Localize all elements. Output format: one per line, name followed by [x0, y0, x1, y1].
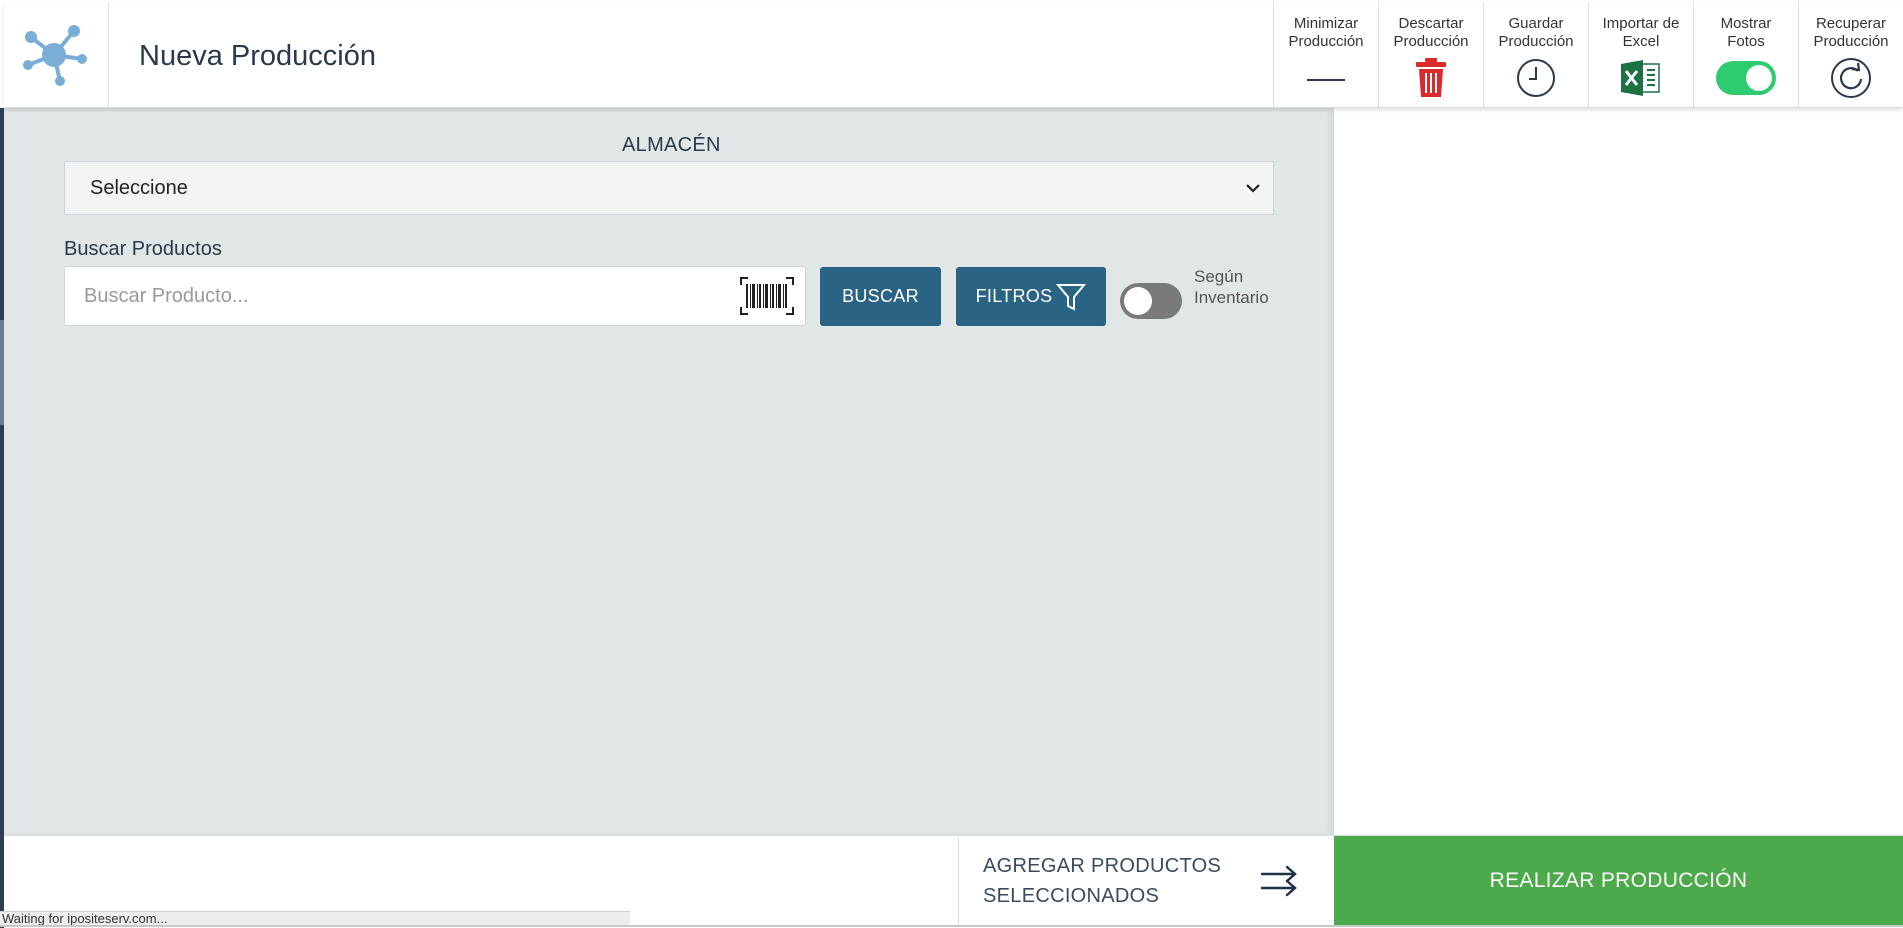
inventory-toggle[interactable]: [1120, 283, 1182, 319]
minimize-icon: [1307, 79, 1345, 81]
submit-production-button[interactable]: REALIZAR PRODUCCIÓN: [1334, 836, 1903, 926]
filters-button-label: FILTROS: [975, 286, 1053, 306]
warehouse-select[interactable]: Seleccione: [64, 161, 1274, 215]
excel-icon: [1621, 60, 1660, 96]
save-production-label: Guardar Producción: [1498, 15, 1574, 50]
submit-production-label: REALIZAR PRODUCCIÓN: [1489, 869, 1748, 892]
inventory-toggle-label: Según Inventario: [1194, 267, 1269, 307]
refresh-icon: [1831, 58, 1871, 98]
double-arrow-right-icon: [1260, 865, 1297, 897]
add-selected-products-label: AGREGAR PRODUCTOS SELECCIONADOS: [983, 855, 1222, 907]
search-input[interactable]: [84, 284, 724, 308]
page-title: Nueva Producción: [139, 40, 376, 72]
toolbar: Minimizar Producción Descartar Producció…: [1273, 2, 1903, 108]
app-window: Nueva Producción Minimizar Producción De…: [0, 0, 1903, 928]
recover-production-label: Recuperar Producción: [1813, 15, 1889, 50]
warehouse-label: ALMACÉN: [622, 134, 721, 156]
chevron-down-icon: [1246, 184, 1260, 193]
show-photos-button[interactable]: Mostrar Fotos: [1693, 2, 1798, 108]
discard-production-button[interactable]: Descartar Producción: [1378, 2, 1483, 108]
search-input-box: [64, 266, 806, 326]
molecule-logo-icon: [23, 25, 87, 86]
header: Nueva Producción Minimizar Producción De…: [4, 2, 1903, 108]
filter-icon: [1056, 283, 1087, 311]
discard-production-label: Descartar Producción: [1393, 15, 1469, 50]
import-excel-button[interactable]: Importar de Excel: [1588, 2, 1693, 108]
selected-products-panel: [1334, 108, 1903, 835]
main-panel: ALMACÉN Seleccione Buscar Productos Busc…: [4, 108, 1334, 835]
show-photos-label: Mostrar Fotos: [1720, 15, 1772, 50]
import-excel-label: Importar de Excel: [1602, 15, 1680, 50]
filters-button[interactable]: FILTROS: [956, 267, 1106, 326]
search-products-label: Buscar Productos: [64, 238, 222, 260]
barcode-scanner-icon[interactable]: [740, 277, 794, 315]
recover-production-button[interactable]: Recuperar Producción: [1798, 2, 1903, 108]
toggle-knob: [1124, 287, 1152, 315]
save-production-button[interactable]: Guardar Producción: [1483, 2, 1588, 108]
warehouse-select-value: Seleccione: [90, 176, 188, 199]
search-button[interactable]: BUSCAR: [820, 267, 941, 326]
minimize-production-label: Minimizar Producción: [1288, 15, 1364, 50]
toggle-knob: [1746, 65, 1772, 91]
app-logo[interactable]: [4, 2, 109, 108]
search-button-label: BUSCAR: [842, 286, 919, 306]
show-photos-toggle[interactable]: [1716, 61, 1776, 95]
add-selected-products-button[interactable]: AGREGAR PRODUCTOS SELECCIONADOS: [958, 836, 1338, 926]
trash-icon: [1416, 58, 1446, 97]
clock-icon: [1517, 59, 1555, 97]
minimize-production-button[interactable]: Minimizar Producción: [1273, 2, 1378, 108]
